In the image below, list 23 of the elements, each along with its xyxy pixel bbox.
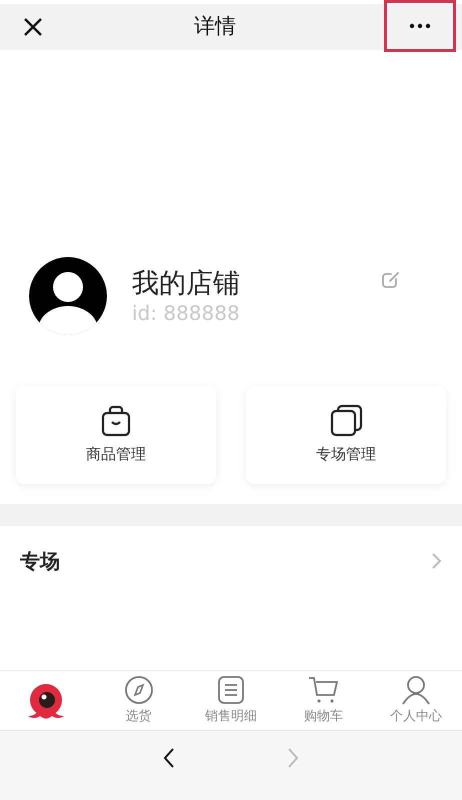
bag-icon bbox=[100, 404, 132, 438]
more-button[interactable] bbox=[384, 0, 456, 52]
chevron-right-icon bbox=[286, 747, 300, 769]
nav-tab[interactable]: 销售明细 bbox=[184, 671, 278, 730]
more-icon bbox=[409, 23, 431, 29]
cart-icon bbox=[308, 674, 338, 705]
section-title: 专场 bbox=[20, 548, 61, 575]
manage-card[interactable]: 商品管理 bbox=[16, 386, 216, 484]
chevron-left-icon bbox=[162, 747, 176, 769]
list-icon bbox=[216, 674, 246, 705]
nav-tab[interactable]: 购物车 bbox=[277, 671, 370, 730]
nav-tab[interactable]: 个人中心 bbox=[370, 671, 462, 730]
person-icon bbox=[400, 674, 431, 705]
avatar-icon bbox=[28, 256, 108, 336]
compass-icon bbox=[124, 674, 154, 705]
store-name: 我的店铺 bbox=[132, 267, 241, 301]
close-icon bbox=[22, 16, 44, 38]
page-title: 详情 bbox=[193, 13, 237, 40]
chevron-right-icon bbox=[431, 552, 442, 570]
nav-tab[interactable]: 选货 bbox=[92, 671, 185, 730]
stacked-pages-icon bbox=[330, 404, 362, 438]
manage-card[interactable]: 专场管理 bbox=[246, 386, 446, 484]
section-row[interactable]: 专场 bbox=[0, 526, 462, 596]
